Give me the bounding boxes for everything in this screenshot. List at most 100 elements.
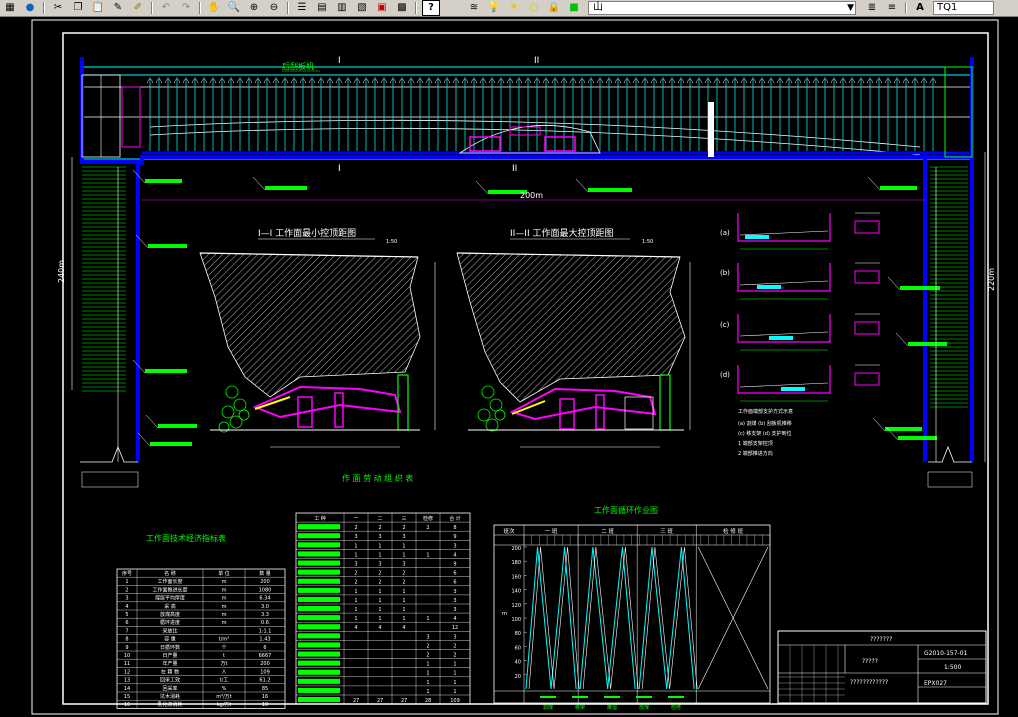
pan-icon[interactable]: ✋	[206, 1, 222, 15]
tech-cell: t/工	[220, 678, 229, 684]
title-block: ??????? G2010-157-01 1:500 ????? ???????…	[777, 630, 987, 704]
labor-cell: 2	[426, 643, 429, 649]
tech-cell: 109	[260, 669, 270, 675]
text-style-input[interactable]: TQ1	[933, 1, 994, 15]
brush-icon[interactable]: ✐	[130, 1, 146, 15]
tech-cell: %	[222, 686, 227, 692]
properties-icon[interactable]: ☰	[294, 1, 310, 15]
calculator-icon[interactable]: ▩	[394, 1, 410, 15]
tech-cell: 5	[125, 612, 128, 618]
zoom-window-icon[interactable]: ⊕	[246, 1, 262, 15]
end-support-details: (a) (b) (c) (d) 工作面端部支护方式示意 (a) 割煤 (b) 刮…	[720, 212, 880, 457]
sheet-set-icon[interactable]: ▧	[354, 1, 370, 15]
tech-cell: 6667	[259, 653, 272, 659]
labor-cell: 3	[453, 543, 456, 549]
section2-scale: 1:50	[642, 239, 653, 245]
tech-cell: 回采率	[162, 685, 177, 692]
labor-cell: 1	[378, 543, 381, 549]
cycle-y-tick: 140	[511, 589, 521, 595]
labor-job-label	[298, 660, 340, 666]
help-icon[interactable]: ?	[422, 0, 440, 16]
detail-drawings	[737, 212, 880, 402]
zoom-previous-icon[interactable]: ⊖	[266, 1, 282, 15]
cycle-line	[638, 546, 695, 690]
labor-cell: 3	[354, 534, 357, 540]
text-style-icon[interactable]: A	[912, 1, 928, 15]
labor-cell: 1	[426, 662, 429, 668]
labor-cell: 1	[426, 680, 429, 686]
labor-cell: 2	[354, 571, 357, 577]
undo-icon[interactable]: ↶	[158, 1, 174, 15]
labor-cell: 27	[353, 698, 359, 704]
labor-cell: 1	[426, 616, 429, 622]
labor-job-label	[298, 633, 340, 639]
cycle-y-tick: 20	[515, 674, 521, 680]
labor-cell: 2	[354, 580, 357, 586]
tool-palettes-icon[interactable]: ▥	[334, 1, 350, 15]
layer-dropdown[interactable]: 山 ▼	[588, 1, 856, 15]
legend-line-1: (a) 割煤 (b) 刮板机推移	[738, 420, 792, 427]
copy-icon[interactable]: ❐	[70, 1, 86, 15]
lock-icon[interactable]: 🔒	[546, 1, 562, 15]
tech-cell: m³/万t	[216, 694, 232, 700]
section-mark-I: I	[338, 56, 341, 66]
design-center-icon[interactable]: ▤	[314, 1, 330, 15]
labor-cell: 1	[354, 607, 357, 613]
tech-cell: 3.0	[261, 604, 269, 610]
labor-job-label	[298, 533, 340, 539]
tech-cell: 15	[124, 694, 130, 700]
drawing-canvas[interactable]: 后刮板机 I I II II 200m 240m 220m I—I 工作面最小控…	[0, 17, 1018, 717]
labor-cell: 2	[453, 643, 456, 649]
labor-job-label	[298, 624, 340, 630]
detail-label-b: (b)	[720, 269, 730, 277]
color-icon[interactable]: ■	[566, 1, 582, 15]
sun-icon[interactable]: ☀	[506, 1, 522, 15]
labor-cell: 1	[378, 598, 381, 604]
toolbar-separator	[43, 2, 45, 14]
labor-organization-table: 作 面 劳 动 组 织 表 工 种一二三检修合 计2 2 2 2 83 3 3 91 1 1 31 1…	[295, 473, 471, 705]
hydraulic-supports-plan	[146, 77, 937, 151]
tech-cell: 循环进度	[160, 619, 180, 626]
layer-previous-icon[interactable]: ≣	[864, 1, 880, 15]
labor-cell: 1	[402, 598, 405, 604]
labor-cell: 1	[354, 589, 357, 595]
paste-icon[interactable]: 📋	[90, 1, 106, 15]
tech-table-title: 工作面技术经济指标表	[146, 533, 226, 543]
title-block-sheet: EPX027	[924, 680, 947, 687]
dimension-left: 240m	[57, 260, 66, 283]
cut-icon[interactable]: ✂	[50, 1, 66, 15]
tech-cell: 1.43	[259, 637, 270, 643]
layer-states-icon[interactable]: ≡	[884, 1, 900, 15]
labor-cell: 109	[450, 698, 460, 704]
labor-cell: 9	[453, 534, 456, 540]
labor-cell: 1	[354, 552, 357, 558]
tech-cell: 0.6	[261, 620, 269, 626]
zoom-realtime-icon[interactable]: 🔍	[226, 1, 242, 15]
section1-title: I—I 工作面最小控顶距图	[258, 227, 356, 239]
section-mark-I-bottom: I	[338, 164, 341, 174]
tech-cell: t	[223, 653, 225, 659]
labor-table-title: 作 面 劳 动 组 织 表	[342, 473, 413, 483]
circle-icon[interactable]: ○	[526, 1, 542, 15]
toolbar-separator	[287, 2, 289, 14]
bulb-icon[interactable]: 💡	[486, 1, 502, 15]
layer-manager-icon[interactable]: ≋	[466, 1, 482, 15]
labor-cell: 6	[453, 571, 456, 577]
labor-cell: 3	[453, 634, 456, 640]
labor-cell: 1	[426, 552, 429, 558]
labor-cell: 1	[453, 680, 456, 686]
labor-job-label	[298, 587, 340, 593]
redo-icon[interactable]: ↷	[178, 1, 194, 15]
chevron-down-icon[interactable]: ▼	[847, 2, 854, 14]
tech-cell: 放煤高度	[160, 611, 180, 618]
labor-cell: 4	[354, 625, 357, 631]
tech-cell: 容 重	[164, 636, 176, 643]
labor-cell: 3	[453, 607, 456, 613]
labor-job-label	[298, 560, 340, 566]
labor-job-label	[298, 578, 340, 584]
markup-icon[interactable]: ▣	[374, 1, 390, 15]
globe-icon[interactable]: ●	[22, 1, 38, 15]
tech-cell: m	[222, 587, 227, 593]
match-properties-icon[interactable]: ✎	[110, 1, 126, 15]
new-icon[interactable]: ▦	[2, 1, 18, 15]
